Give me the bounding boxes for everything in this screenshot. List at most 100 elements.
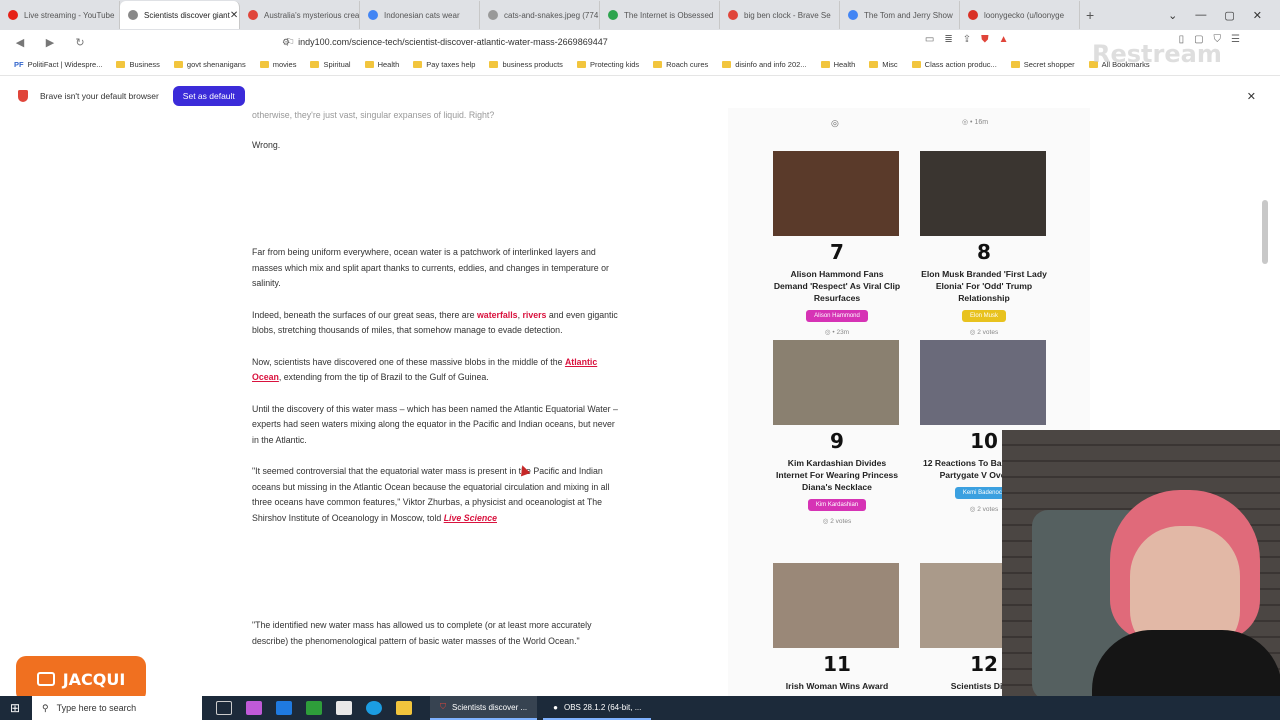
waterfalls-link[interactable]: waterfalls xyxy=(477,310,518,320)
back-icon[interactable]: ◀ xyxy=(10,36,30,49)
app-label: OBS 28.1.2 (64-bit, ... xyxy=(563,702,642,712)
new-tab-icon[interactable]: + xyxy=(1086,7,1094,23)
bookmark-label: govt shenanigans xyxy=(186,60,246,69)
bookmark-folder[interactable]: disinfo and info 202... xyxy=(722,60,807,69)
browser-tab-active[interactable]: Scientists discover giant ✕ xyxy=(120,1,240,29)
share-icon[interactable]: ⇪ xyxy=(963,34,971,45)
bookmark-folder[interactable]: Class action produc... xyxy=(911,60,997,69)
minimize-icon[interactable]: — xyxy=(1195,9,1206,21)
card-tag[interactable]: Elon Musk xyxy=(961,310,1006,322)
address-bar[interactable]: ⚙ indy100.com/science-tech/scientist-disc… xyxy=(282,33,1002,51)
bookmark-folder[interactable]: business products xyxy=(489,60,563,69)
bookmark-folder[interactable]: Health xyxy=(820,60,855,69)
youtube-icon xyxy=(8,10,18,20)
text-span: , extending from the tip of Brazil to th… xyxy=(278,372,489,382)
trending-card[interactable]: 8 Elon Musk Branded 'First Lady Elonia' … xyxy=(920,151,1048,336)
article-paragraph: "It seemed controversial that the equato… xyxy=(252,464,622,526)
card-meta: ◎ 2 votes xyxy=(822,518,852,525)
text-span: "It seemed controversial that the equato… xyxy=(252,466,610,523)
article-paragraph: Indeed, beneath the surfaces of our grea… xyxy=(252,308,622,339)
bookmarks-bar: PF PolitiFact | Widespre... Business govt… xyxy=(0,54,1280,76)
bookmark-label: movies xyxy=(272,60,297,69)
trending-card[interactable]: 9 Kim Kardashian Divides Internet For We… xyxy=(773,340,901,525)
close-notice-icon[interactable]: ✕ xyxy=(1247,90,1256,103)
rivers-link[interactable]: rivers xyxy=(522,310,546,320)
bookmark-folder[interactable]: Health xyxy=(364,60,399,69)
bookmark-folder[interactable]: Spiritual xyxy=(310,60,351,69)
card-title: Alison Hammond Fans Demand 'Respect' As … xyxy=(773,269,901,303)
folder-icon xyxy=(576,61,586,68)
card-tag[interactable]: Kim Kardashian xyxy=(807,499,867,511)
image-icon xyxy=(488,10,498,20)
bookmark-item[interactable]: PF PolitiFact | Widespre... xyxy=(14,60,102,69)
brave-shields-icon[interactable]: ⛊ xyxy=(981,34,989,45)
browser-tab[interactable]: Live streaming - YouTube xyxy=(0,1,120,29)
edge-icon[interactable] xyxy=(366,701,382,715)
bookmark-folder[interactable]: Secret shopper xyxy=(1010,60,1075,69)
windows-start-icon[interactable]: ⊞ xyxy=(0,701,30,715)
close-window-icon[interactable]: ✕ xyxy=(1253,9,1262,22)
taskbar-search[interactable]: ⚲ Type here to search xyxy=(32,696,202,720)
tab-label: Australia's mysterious creature xyxy=(264,10,360,20)
chat-badge-label: JACQUI xyxy=(62,669,126,689)
brave-icon: ⛉ xyxy=(440,702,446,711)
bookmark-folder[interactable]: Business xyxy=(116,60,160,69)
card-tag[interactable]: Alison Hammond xyxy=(806,310,868,322)
brave-shield-icon xyxy=(18,90,28,102)
reload-icon[interactable]: ↻ xyxy=(70,36,90,49)
bookmark-folder[interactable]: Roach cures xyxy=(653,60,708,69)
browser-tab[interactable]: cats-and-snakes.jpeg (774 xyxy=(480,1,600,29)
top-meta: ◎ • 16m xyxy=(962,119,989,126)
xbox-icon[interactable] xyxy=(306,701,322,715)
file-icon[interactable] xyxy=(336,701,352,715)
copilot-icon[interactable] xyxy=(246,701,262,715)
card-rank: 9 xyxy=(830,429,844,453)
window-controls: ⌄ — ▢ ✕ xyxy=(1168,0,1280,30)
card-thumbnail xyxy=(920,151,1046,236)
taskbar-app-brave[interactable]: ⛉ Scientists discover ... xyxy=(430,696,538,720)
site-icon xyxy=(848,10,858,20)
browser-tab[interactable]: Australia's mysterious creature xyxy=(240,1,360,29)
folder-icon xyxy=(259,61,269,68)
tab-list-icon[interactable]: ⌄ xyxy=(1168,9,1177,22)
card-meta: ◎ 2 votes xyxy=(969,329,999,336)
mail-icon[interactable] xyxy=(276,701,292,715)
live-science-link[interactable]: Live Science xyxy=(444,513,497,523)
bookmark-folder[interactable]: movies xyxy=(259,60,297,69)
browser-tab[interactable]: big ben clock - Brave Se xyxy=(720,1,840,29)
chat-icon xyxy=(36,672,55,686)
task-view-icon[interactable] xyxy=(216,701,232,715)
set-as-default-button[interactable]: Set as default xyxy=(172,86,245,106)
folder-icon xyxy=(489,61,499,68)
bookmark-label: Business xyxy=(129,60,160,69)
browser-tab[interactable]: loonygecko (u/loonyge xyxy=(960,1,1080,29)
rewards-icon[interactable]: ▲ xyxy=(999,34,1009,45)
bookmark-folder[interactable]: Misc xyxy=(869,60,898,69)
maximize-icon[interactable]: ▢ xyxy=(1224,9,1234,22)
bookmark-label: business products xyxy=(502,60,563,69)
tab-label: Live streaming - YouTube xyxy=(24,10,115,20)
bookmark-label: Secret shopper xyxy=(1023,60,1075,69)
browser-tab[interactable]: The Tom and Jerry Show xyxy=(840,1,960,29)
bookmark-folder[interactable]: govt shenanigans xyxy=(173,60,246,69)
browser-tab[interactable]: The Internet is Obsessed xyxy=(600,1,720,29)
page-scrollbar[interactable] xyxy=(1262,200,1268,264)
card-rank: 7 xyxy=(830,240,844,264)
bookmark-folder[interactable]: Protecting kids xyxy=(576,60,639,69)
browser-tab[interactable]: Indonesian cats wear xyxy=(360,1,480,29)
forward-icon[interactable]: ▶ xyxy=(40,36,60,49)
bookmark-folder[interactable]: Pay taxes help xyxy=(413,60,475,69)
file-explorer-icon[interactable] xyxy=(396,701,412,715)
close-tab-icon[interactable]: ✕ xyxy=(230,10,238,21)
card-title: Elon Musk Branded 'First Lady Elonia' Fo… xyxy=(921,269,1047,303)
menu-icon[interactable]: ☰ xyxy=(1231,34,1240,45)
brave-icon xyxy=(728,10,738,20)
trending-card[interactable]: 11 Irish Woman Wins Award xyxy=(773,563,901,692)
cast-icon[interactable]: ▭ xyxy=(925,34,934,45)
reader-icon[interactable]: ≣ xyxy=(944,34,952,45)
app-label: Scientists discover ... xyxy=(452,702,528,712)
taskbar-app-obs[interactable]: ● OBS 28.1.2 (64-bit, ... xyxy=(543,696,652,720)
text-span: Now, scientists have discovered one of t… xyxy=(252,356,565,367)
site-info-icon[interactable]: ⚙ xyxy=(282,37,290,48)
trending-card[interactable]: 7 Alison Hammond Fans Demand 'Respect' A… xyxy=(773,151,901,336)
